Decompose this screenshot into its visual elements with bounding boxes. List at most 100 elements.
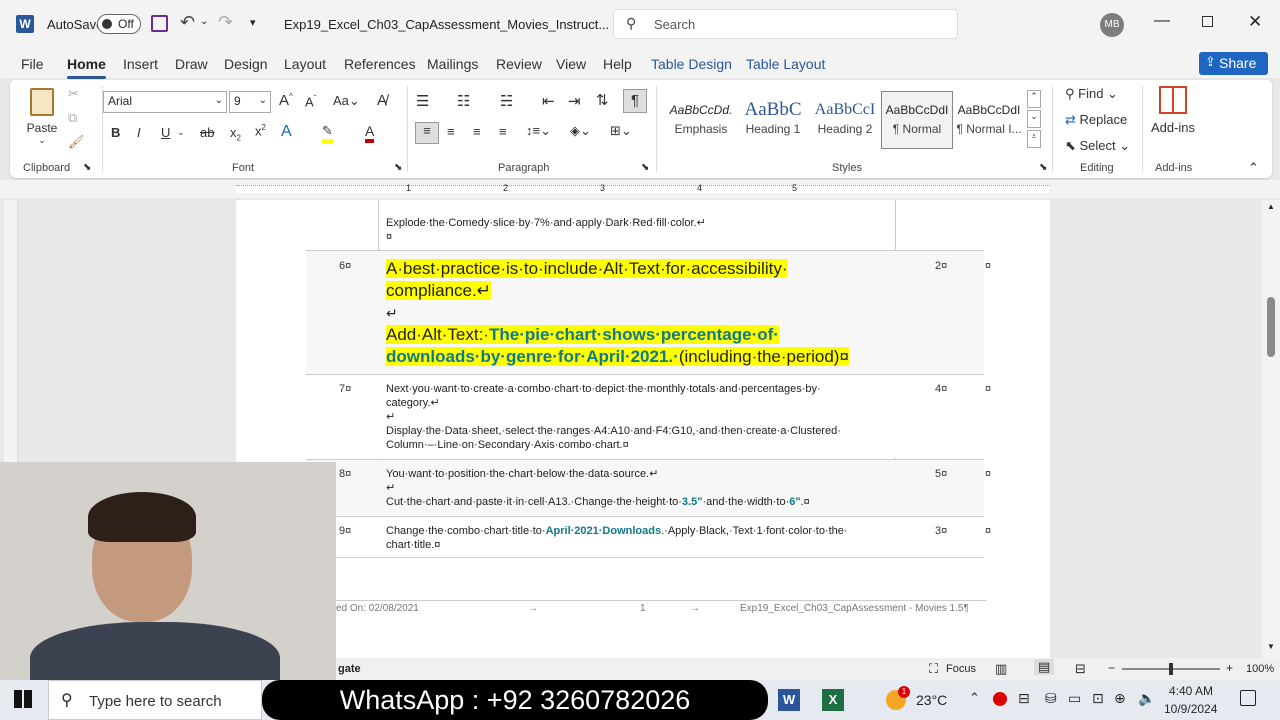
font-color-icon[interactable]: A [365,123,375,143]
align-left-icon[interactable]: ≡ [415,122,439,144]
clear-formatting-icon[interactable]: A̸ [377,92,387,109]
superscript-icon[interactable]: x2 [255,123,266,138]
numbering-icon[interactable]: ☷ [457,92,470,110]
font-size-select[interactable]: 9 ⌄ [229,91,271,113]
zoom-level[interactable]: 100% [1246,663,1274,675]
align-center-icon[interactable]: ≡ [447,124,455,139]
decrease-indent-icon[interactable]: ⇤ [542,92,555,110]
styles-scroll-up-icon[interactable]: ⌃ [1027,90,1041,108]
avatar[interactable]: MB [1100,13,1124,37]
undo-icon[interactable]: ↶ [180,12,195,33]
tab-file[interactable]: File [21,56,44,72]
tab-table-layout[interactable]: Table Layout [746,56,825,72]
style-heading-1[interactable]: AaBbC Heading 1 [737,92,809,148]
zoom-in-icon[interactable]: + [1226,661,1233,675]
tab-references[interactable]: References [344,56,416,72]
style-heading-2[interactable]: AaBbCcI Heading 2 [809,92,881,148]
styles-launcher-icon[interactable]: ⬊ [1039,162,1047,173]
record-icon[interactable] [993,692,1007,706]
tab-design[interactable]: Design [224,56,268,72]
share-button[interactable]: ⇪ Share [1199,52,1268,75]
autosave-toggle[interactable]: Off [97,14,141,34]
clock-time[interactable]: 4:40 AM [1169,684,1213,698]
tab-insert[interactable]: Insert [123,56,158,72]
borders-icon[interactable]: ⊞⌄ [610,123,632,139]
replace-button[interactable]: ⇄ Replace [1065,112,1127,128]
underline-icon[interactable]: U [161,125,170,140]
style-normal-indent[interactable]: AaBbCcDdI ¶ Normal I... [953,92,1025,148]
tab-home[interactable]: Home [67,56,106,79]
network-icon[interactable]: ⛁ [1045,690,1057,707]
taskbar-search[interactable]: ⚲ Type here to search [48,680,262,720]
save-icon[interactable] [151,15,168,32]
bold-icon[interactable]: B [111,125,120,140]
find-button[interactable]: ⚲ Find ⌄ [1065,86,1118,102]
line-spacing-icon[interactable]: ↕≡⌄ [526,123,551,139]
vertical-scrollbar[interactable]: ▲ ▼ [1262,200,1280,658]
print-layout-icon[interactable]: ▤ [1034,659,1055,675]
tab-table-design[interactable]: Table Design [651,56,732,72]
redo-icon[interactable]: ↷ [218,12,233,33]
clock-date[interactable]: 10/9/2024 [1164,702,1217,716]
notifications-icon[interactable] [1240,690,1256,706]
read-mode-icon[interactable]: ▥ [995,661,1007,677]
show-formatting-icon[interactable]: ¶ [623,89,647,113]
format-painter-icon[interactable]: 🖌 [68,134,85,150]
scroll-thumb[interactable] [1267,297,1275,357]
paste-button[interactable]: Paste ⌄ [24,86,60,146]
font-name-select[interactable]: Arial ⌄ [103,91,227,113]
scroll-down-icon[interactable]: ▼ [1267,642,1275,651]
show-hidden-icon[interactable]: ⌃ [969,690,980,706]
focus-button[interactable]: Focus [946,663,976,675]
tab-view[interactable]: View [556,56,586,72]
justify-icon[interactable]: ≡ [499,124,507,139]
grow-font-icon[interactable]: A^ [279,92,293,109]
styles-more-icon[interactable]: ⩡ [1027,130,1041,148]
style-normal[interactable]: AaBbCcDdI ¶ Normal [881,91,953,149]
change-case-icon[interactable]: Aa⌄ [333,93,360,109]
tab-draw[interactable]: Draw [175,56,208,72]
tab-layout[interactable]: Layout [284,56,326,72]
customize-qat-icon[interactable]: ▾ [250,16,256,29]
language-icon[interactable]: ⊕ [1114,690,1126,707]
focus-icon[interactable]: ⛶ [929,661,938,677]
word-taskbar-icon[interactable]: W [778,689,800,711]
web-layout-icon[interactable]: ⊟ [1075,661,1086,677]
cut-icon[interactable]: ✂ [68,86,79,102]
tab-help[interactable]: Help [603,56,632,72]
volume-icon[interactable]: 🔈 [1138,690,1155,707]
increase-indent-icon[interactable]: ⇥ [568,92,581,110]
zoom-out-icon[interactable]: − [1108,661,1115,675]
zoom-slider[interactable] [1122,663,1220,675]
italic-icon[interactable]: I [137,125,141,140]
search-box[interactable]: ⚲ Search [613,9,958,39]
font-launcher-icon[interactable]: ⬊ [394,162,402,173]
windows-start-icon[interactable] [14,690,32,708]
align-right-icon[interactable]: ≡ [473,124,481,139]
scroll-up-icon[interactable]: ▲ [1267,202,1275,211]
paragraph-launcher-icon[interactable]: ⬊ [641,162,649,173]
shrink-font-icon[interactable]: Aˇ [305,94,316,109]
add-ins-button[interactable]: Add-ins [1150,86,1196,135]
restore-icon[interactable] [1202,16,1213,27]
tab-review[interactable]: Review [496,56,542,72]
styles-scroll-down-icon[interactable]: ⌄ [1027,110,1041,128]
text-effects-icon[interactable]: A [281,123,292,141]
clipboard-launcher-icon[interactable]: ⬊ [83,162,91,173]
style-emphasis[interactable]: AaBbCcDd. Emphasis [665,92,737,148]
tab-mailings[interactable]: Mailings [427,56,478,72]
bullets-icon[interactable]: ☰ [416,92,429,110]
ethernet-icon[interactable]: ⊡ [1092,690,1104,707]
collapse-ribbon-icon[interactable]: ⌃ [1248,160,1259,176]
undo-dropdown-icon[interactable]: ⌄ [200,16,208,27]
minimize-icon[interactable]: — [1154,12,1170,30]
underline-dropdown-icon[interactable]: ⌄ [177,127,185,138]
copy-icon[interactable]: ⧉ [68,110,77,126]
display-icon[interactable]: ▭ [1068,690,1081,707]
subscript-icon[interactable]: x2 [230,125,241,143]
shading-icon[interactable]: ◈⌄ [570,123,591,139]
ruler[interactable]: 1 2 3 4 5 [0,180,1280,198]
document-title[interactable]: Exp19_Excel_Ch03_CapAssessment_Movies_In… [284,17,609,32]
screen-icon[interactable]: ⊟ [1018,690,1030,707]
strikethrough-icon[interactable]: ab [200,125,214,140]
